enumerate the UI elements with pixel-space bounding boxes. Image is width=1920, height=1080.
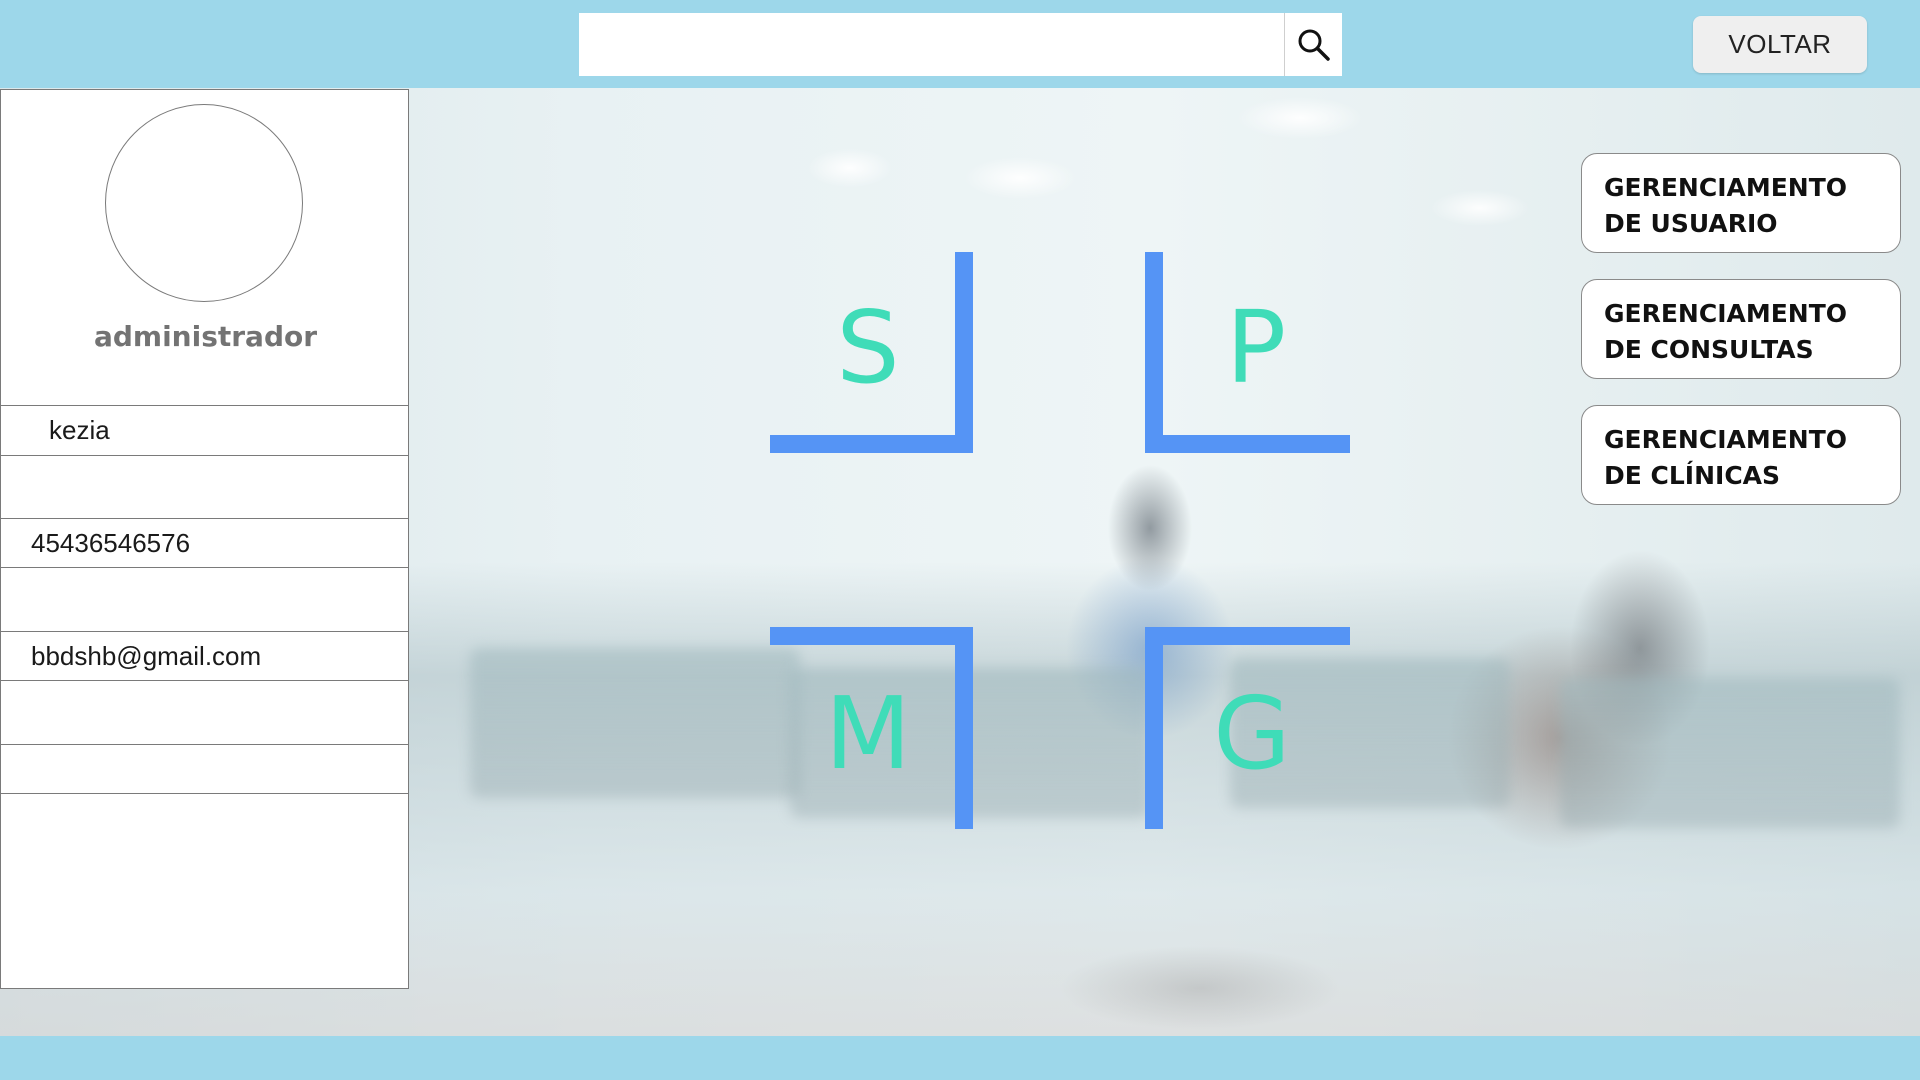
bottom-bar (0, 1036, 1920, 1080)
top-bar: VOLTAR (0, 0, 1920, 88)
logo-letter-p: P (1226, 289, 1286, 406)
profile-field[interactable] (1, 455, 408, 518)
profile-field[interactable] (1, 567, 408, 631)
spmg-logo: S P M G (770, 252, 1350, 829)
logo-letter-s: S (836, 289, 899, 406)
user-management-button[interactable]: GERENCIAMENTO DE USUARIO (1581, 153, 1901, 253)
search-bar (579, 13, 1342, 76)
profile-empty-area (1, 793, 408, 989)
background-seats (1560, 678, 1900, 828)
profile-field[interactable] (1, 744, 408, 793)
logo-letter-m: M (825, 675, 911, 792)
search-input[interactable] (579, 13, 1284, 76)
appointments-management-button[interactable]: GERENCIAMENTO DE CONSULTAS (1581, 279, 1901, 379)
logo-letter-g: G (1213, 675, 1291, 792)
profile-field[interactable] (1, 680, 408, 744)
email-field[interactable]: bbdshb@gmail.com (1, 631, 408, 680)
background-seats (470, 648, 800, 798)
search-button[interactable] (1284, 13, 1342, 76)
profile-panel: administrador kezia 45436546576 bbdshb@g… (0, 89, 409, 989)
phone-field[interactable]: 45436546576 (1, 518, 408, 567)
name-field[interactable]: kezia (1, 405, 408, 455)
avatar[interactable] (105, 104, 303, 302)
user-role: administrador (93, 320, 318, 353)
clinics-management-button[interactable]: GERENCIAMENTO DE CLÍNICAS (1581, 405, 1901, 505)
back-button[interactable]: VOLTAR (1693, 16, 1867, 73)
search-icon (1298, 29, 1330, 61)
